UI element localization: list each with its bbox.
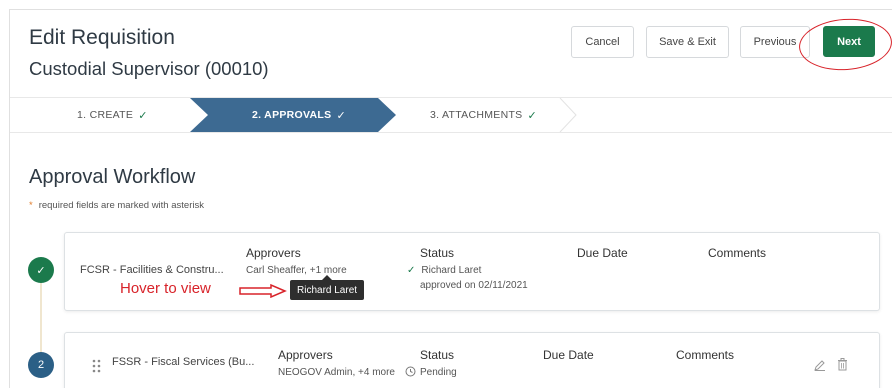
approved-check-icon: ✓ — [407, 265, 416, 276]
step-attachments-label: 3. ATTACHMENTS — [430, 109, 523, 121]
clock-icon — [405, 366, 416, 377]
status-pending: Pending — [420, 367, 457, 378]
next-highlight-circle — [797, 15, 892, 74]
edit-icon[interactable] — [814, 359, 826, 371]
save-exit-button[interactable]: Save & Exit — [646, 26, 729, 58]
required-note-text: required fields are marked with asterisk — [38, 200, 204, 211]
requisition-panel: Edit Requisition Custodial Supervisor (0… — [9, 9, 892, 388]
approvers-value[interactable]: NEOGOV Admin, +4 more — [278, 367, 395, 378]
due-date-header: Due Date — [577, 246, 628, 260]
status-header: Status — [420, 348, 455, 362]
approvers-header: Approvers — [246, 246, 301, 260]
approvers-header: Approvers — [278, 348, 333, 362]
step-separator-chevron — [559, 98, 577, 132]
section-title: Approval Workflow — [29, 166, 196, 188]
step-approvals[interactable]: 2. APPROVALS ✓ — [252, 98, 346, 132]
workflow-step-name: FSSR - Fiscal Services (Bu... — [112, 356, 255, 368]
status-approver: ✓ Richard Laret — [407, 265, 481, 276]
hover-annotation: Hover to view — [120, 280, 211, 297]
check-icon: ✓ — [336, 109, 346, 122]
page-title: Edit Requisition — [29, 26, 175, 49]
status-date: approved on 02/11/2021 — [420, 280, 528, 291]
cancel-button[interactable]: Cancel — [571, 26, 634, 58]
due-date-header: Due Date — [543, 348, 594, 362]
asterisk-marker: * — [29, 200, 33, 211]
required-fields-note: * required fields are marked with asteris… — [29, 200, 204, 211]
workflow-step-name: FCSR - Facilities & Constru... — [80, 264, 224, 276]
step-approvals-label: 2. APPROVALS — [252, 109, 332, 121]
check-icon: ✓ — [138, 109, 148, 122]
status-header: Status — [420, 246, 455, 260]
approver-tooltip: Richard Laret — [290, 275, 365, 300]
requisition-subtitle: Custodial Supervisor (00010) — [29, 58, 269, 79]
status-approver-name: Richard Laret — [421, 265, 482, 276]
step-create[interactable]: 1. CREATE ✓ — [77, 98, 148, 132]
step-attachments[interactable]: 3. ATTACHMENTS ✓ — [430, 98, 537, 132]
step-create-label: 1. CREATE — [77, 109, 134, 121]
pending-step-badge: 2 — [28, 352, 54, 378]
drag-handle-icon[interactable] — [92, 359, 102, 373]
wizard-stepper: 1. CREATE ✓ 2. APPROVALS ✓ 3. ATTACHMENT… — [10, 97, 892, 133]
check-icon: ✓ — [527, 109, 538, 122]
completed-step-badge: ✓ — [28, 257, 54, 283]
comments-header: Comments — [708, 246, 767, 260]
comments-header: Comments — [676, 348, 735, 362]
trash-icon[interactable] — [837, 358, 848, 371]
annotation-arrow-icon — [239, 284, 287, 298]
